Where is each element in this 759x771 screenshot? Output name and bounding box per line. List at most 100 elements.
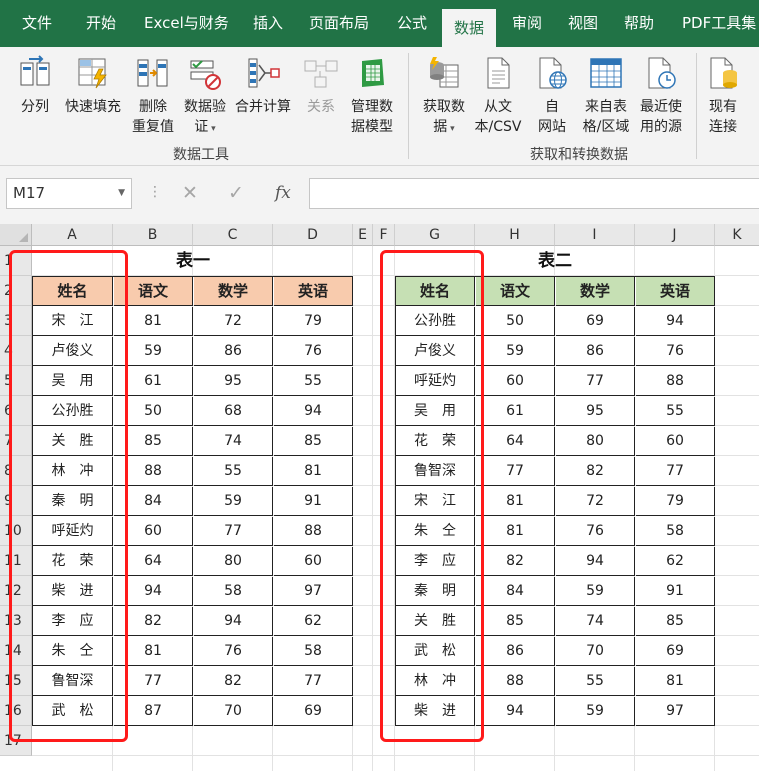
consolidate-button[interactable]: 合并计算	[232, 55, 294, 117]
get-data-button[interactable]: 获取数 据 ▾	[418, 55, 470, 139]
from-text-csv-button[interactable]: 从文 本/CSV	[472, 55, 524, 137]
column-header-k[interactable]: K	[715, 224, 759, 246]
table2-score-cell[interactable]: 55	[636, 397, 715, 426]
existing-connections-button[interactable]: 现有 连接	[702, 55, 744, 137]
name-box[interactable]: M17 ▼	[6, 178, 132, 209]
table1-score-cell[interactable]: 62	[274, 607, 353, 636]
table1-score-cell[interactable]: 94	[274, 397, 353, 426]
table2-score-cell[interactable]: 80	[556, 427, 635, 456]
table1-score-cell[interactable]: 68	[194, 397, 273, 426]
table2-score-cell[interactable]: 50	[476, 307, 555, 336]
table2-score-cell[interactable]: 88	[636, 367, 715, 396]
table1-score-cell[interactable]: 77	[274, 667, 353, 696]
table1-score-cell[interactable]: 97	[274, 577, 353, 606]
column-header-e[interactable]: E	[353, 224, 373, 246]
table2-score-cell[interactable]: 95	[556, 397, 635, 426]
column-header-g[interactable]: G	[395, 224, 475, 246]
table2-score-cell[interactable]: 59	[476, 337, 555, 366]
table2-score-cell[interactable]: 94	[556, 547, 635, 576]
table1-score-cell[interactable]: 76	[274, 337, 353, 366]
table2-score-cell[interactable]: 60	[476, 367, 555, 396]
tab-excel-finance[interactable]: Excel与财务	[144, 0, 229, 47]
table1-score-cell[interactable]: 58	[274, 637, 353, 666]
column-header-b[interactable]: B	[113, 224, 193, 246]
table1-score-cell[interactable]: 59	[194, 487, 273, 516]
table1-score-cell[interactable]: 58	[194, 577, 273, 606]
table1-score-cell[interactable]: 70	[194, 697, 273, 726]
table1-title[interactable]: 表一	[113, 246, 273, 276]
table2-score-cell[interactable]: 97	[636, 697, 715, 726]
table2-score-cell[interactable]: 55	[556, 667, 635, 696]
table2-score-cell[interactable]: 70	[556, 637, 635, 666]
table2-score-cell[interactable]: 77	[476, 457, 555, 486]
relationships-button[interactable]: 关系	[302, 55, 340, 117]
flash-fill-button[interactable]: 快速填充	[62, 55, 124, 117]
table1-score-cell[interactable]: 86	[194, 337, 273, 366]
tab-file[interactable]: 文件	[22, 0, 52, 47]
table1-score-cell[interactable]: 82	[194, 667, 273, 696]
formula-input[interactable]	[309, 178, 759, 209]
table2-score-cell[interactable]: 60	[636, 427, 715, 456]
table2-score-cell[interactable]: 76	[556, 517, 635, 546]
table2-score-cell[interactable]: 58	[636, 517, 715, 546]
column-header-i[interactable]: I	[555, 224, 635, 246]
tab-formulas[interactable]: 公式	[397, 0, 427, 47]
from-table-range-button[interactable]: 来自表 格/区域	[580, 55, 632, 137]
column-header-f[interactable]: F	[373, 224, 395, 246]
select-all-corner[interactable]	[0, 224, 32, 246]
table2-score-cell[interactable]: 81	[476, 487, 555, 516]
table2-score-cell[interactable]: 85	[636, 607, 715, 636]
table1-header-cell[interactable]: 英语	[274, 277, 353, 306]
table1-score-cell[interactable]: 74	[194, 427, 273, 456]
tab-data[interactable]: 数据	[442, 9, 496, 47]
remove-duplicates-button[interactable]: 删除 重复值	[130, 55, 176, 137]
tab-pdf-tools[interactable]: PDF工具集	[682, 0, 756, 47]
table2-score-cell[interactable]: 72	[556, 487, 635, 516]
cancel-icon[interactable]: ✕	[182, 182, 198, 204]
table1-score-cell[interactable]: 80	[194, 547, 273, 576]
table1-score-cell[interactable]: 69	[274, 697, 353, 726]
table1-score-cell[interactable]: 95	[194, 367, 273, 396]
tab-view[interactable]: 视图	[568, 0, 598, 47]
from-web-button[interactable]: 自 网站	[532, 55, 572, 137]
table2-score-cell[interactable]: 81	[476, 517, 555, 546]
table2-score-cell[interactable]: 64	[476, 427, 555, 456]
table1-score-cell[interactable]: 55	[274, 367, 353, 396]
manage-data-model-button[interactable]: 管理数 据模型	[346, 55, 398, 137]
column-header-a[interactable]: A	[32, 224, 113, 246]
tab-page-layout[interactable]: 页面布局	[309, 0, 369, 47]
table2-title[interactable]: 表二	[475, 246, 635, 276]
table2-score-cell[interactable]: 84	[476, 577, 555, 606]
tab-review[interactable]: 审阅	[512, 0, 542, 47]
table2-score-cell[interactable]: 79	[636, 487, 715, 516]
table1-score-cell[interactable]: 94	[194, 607, 273, 636]
table1-score-cell[interactable]: 77	[194, 517, 273, 546]
table2-score-cell[interactable]: 59	[556, 577, 635, 606]
table2-score-cell[interactable]: 69	[636, 637, 715, 666]
table2-score-cell[interactable]: 82	[556, 457, 635, 486]
column-header-h[interactable]: H	[475, 224, 555, 246]
column-header-c[interactable]: C	[193, 224, 273, 246]
table1-score-cell[interactable]: 60	[274, 547, 353, 576]
table1-score-cell[interactable]: 88	[274, 517, 353, 546]
table1-score-cell[interactable]: 72	[194, 307, 273, 336]
table1-score-cell[interactable]: 91	[274, 487, 353, 516]
table2-score-cell[interactable]: 69	[556, 307, 635, 336]
table2-score-cell[interactable]: 94	[636, 307, 715, 336]
table2-score-cell[interactable]: 76	[636, 337, 715, 366]
data-validation-button[interactable]: 数据验 证 ▾	[180, 55, 230, 139]
table2-score-cell[interactable]: 74	[556, 607, 635, 636]
text-to-columns-button[interactable]: 分列	[14, 55, 56, 117]
table1-score-cell[interactable]: 85	[274, 427, 353, 456]
table2-score-cell[interactable]: 61	[476, 397, 555, 426]
tab-help[interactable]: 帮助	[624, 0, 654, 47]
insert-function-icon[interactable]: fx	[275, 183, 291, 203]
table2-score-cell[interactable]: 85	[476, 607, 555, 636]
name-box-dropdown-icon[interactable]: ▼	[118, 179, 125, 208]
table1-score-cell[interactable]: 79	[274, 307, 353, 336]
table1-score-cell[interactable]: 76	[194, 637, 273, 666]
table2-score-cell[interactable]: 82	[476, 547, 555, 576]
table2-score-cell[interactable]: 77	[556, 367, 635, 396]
table2-score-cell[interactable]: 91	[636, 577, 715, 606]
recent-sources-button[interactable]: 最近使 用的源	[634, 55, 688, 137]
